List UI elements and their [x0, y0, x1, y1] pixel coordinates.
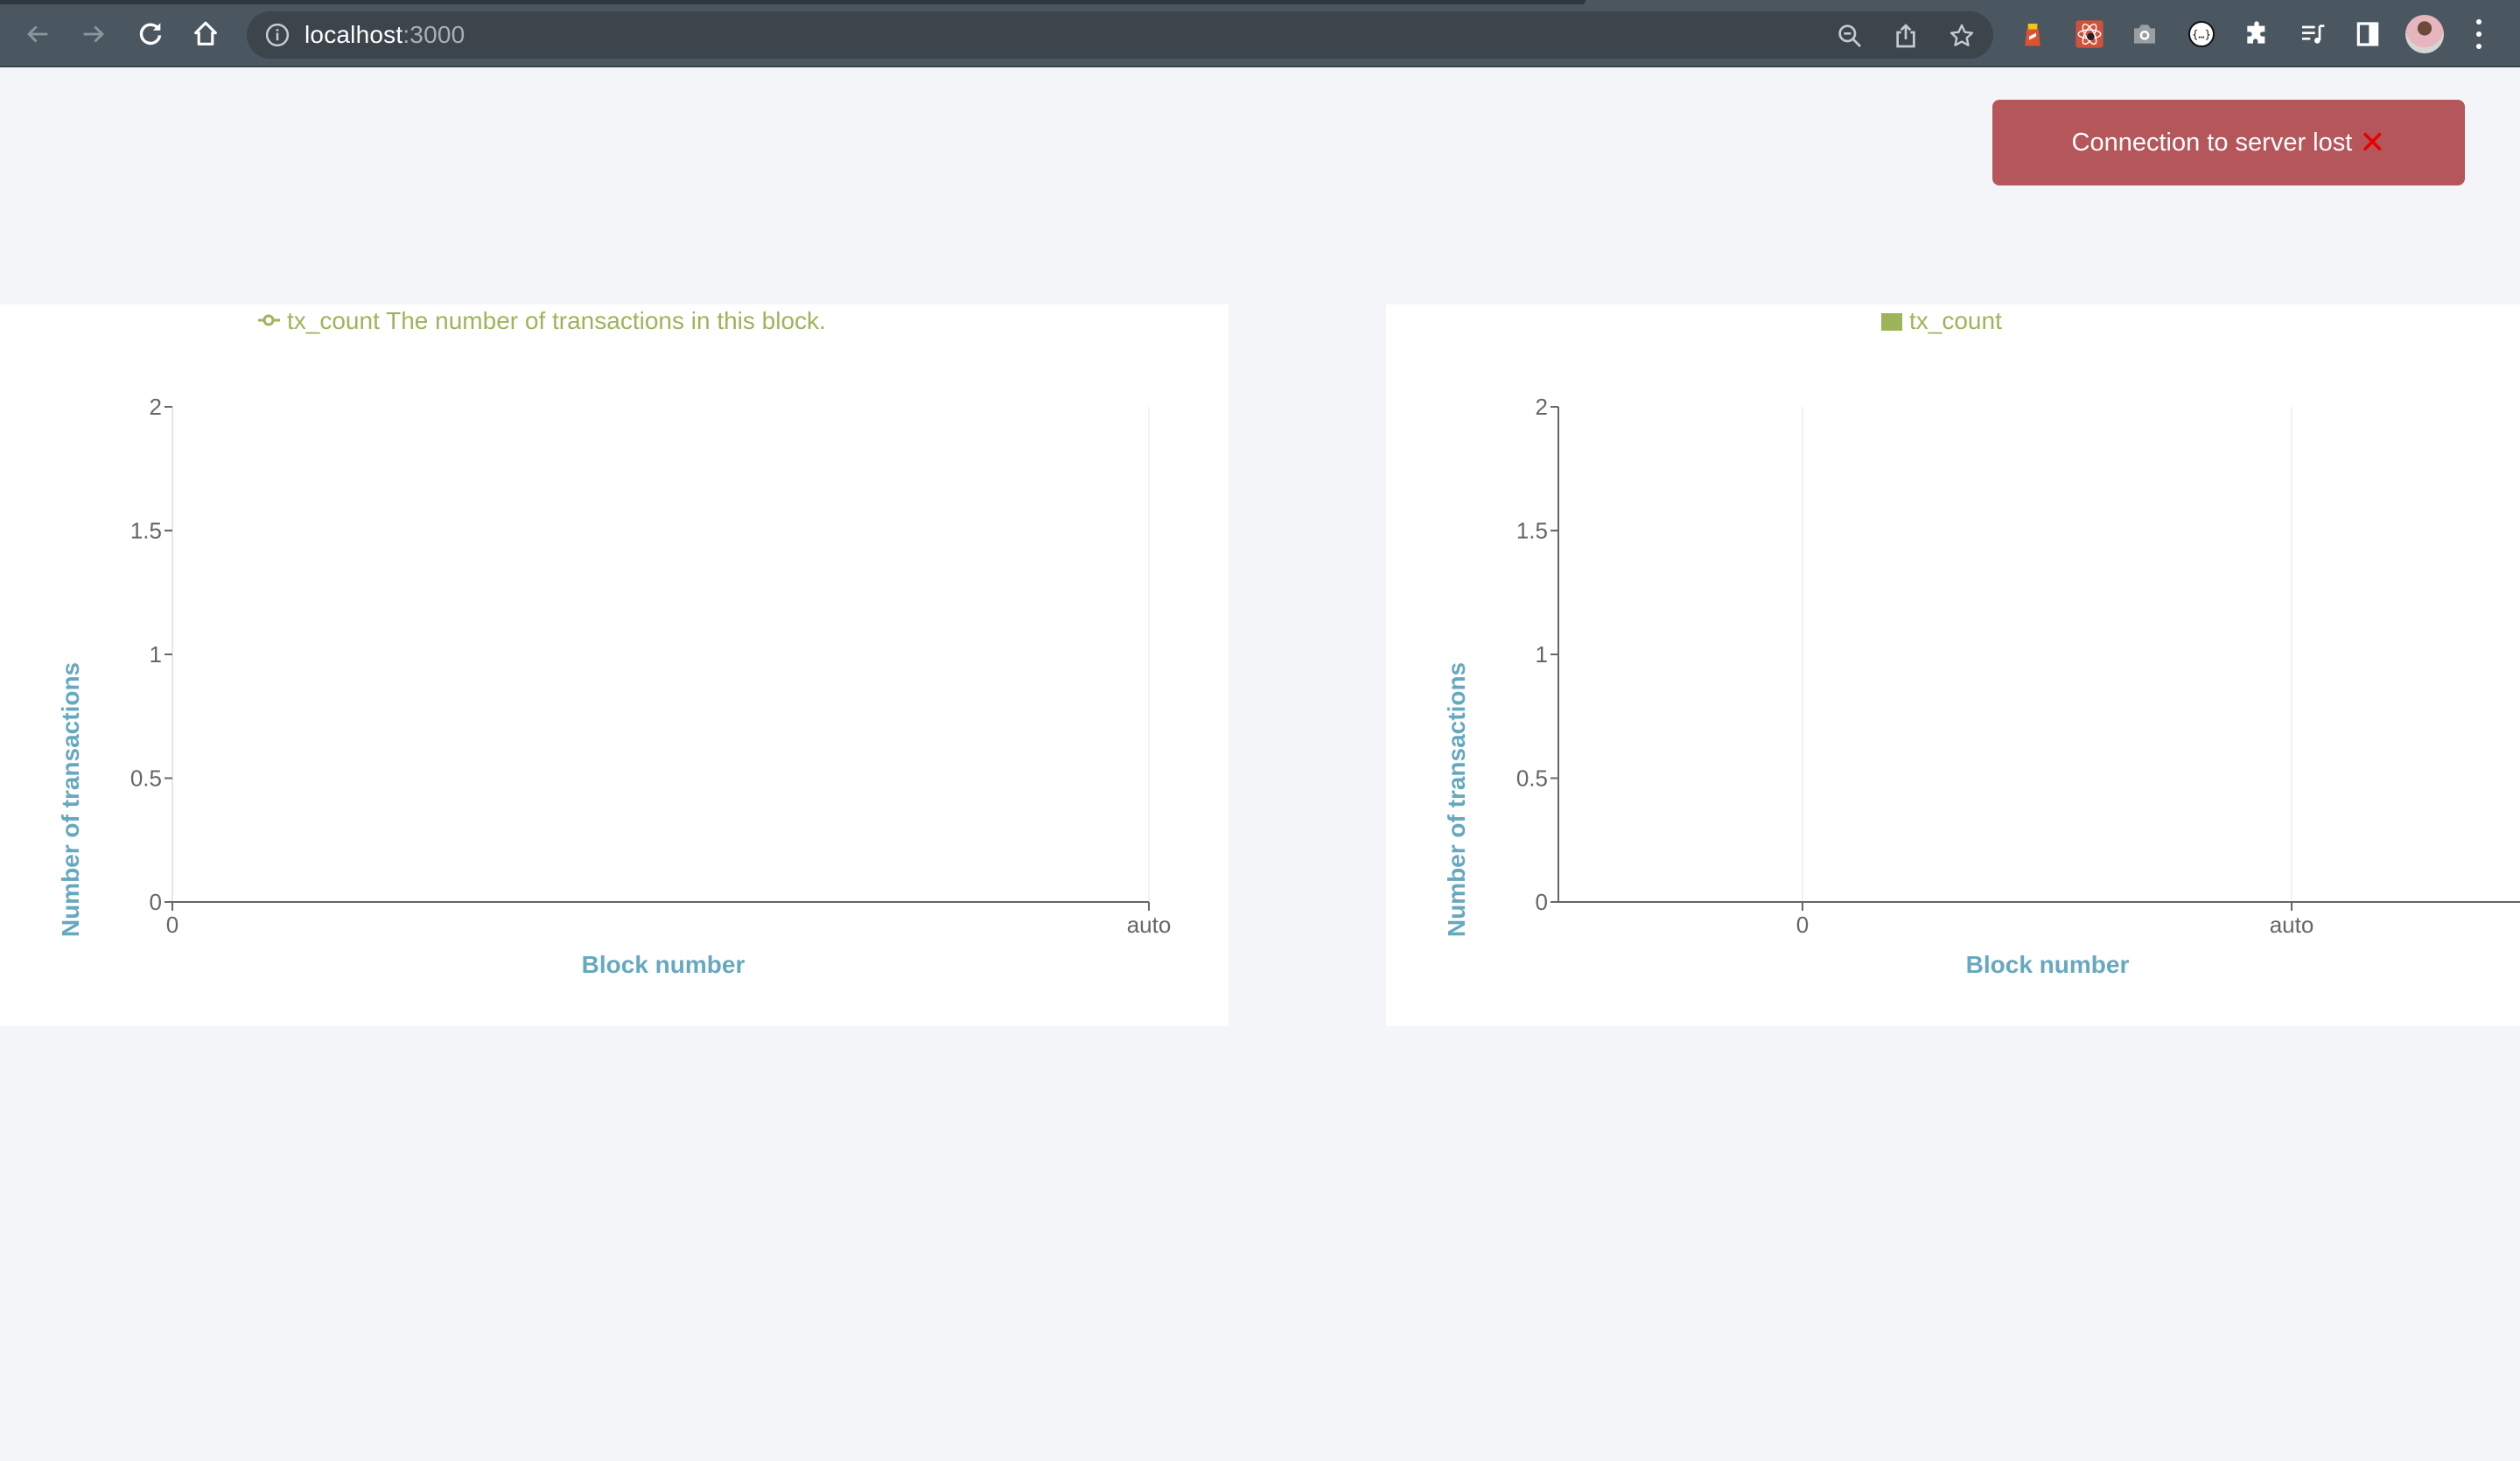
url-host: localhost: [304, 21, 403, 48]
url-port: :3000: [402, 21, 466, 48]
tab-strip: [0, 0, 1586, 4]
y-tick-label: 2: [1536, 394, 1548, 420]
back-button[interactable]: [21, 17, 54, 51]
y-axis-title: Number of transactions: [57, 662, 84, 937]
svg-text:{…}: {…}: [2192, 29, 2211, 41]
browser-toolbar: localhost:3000 {…}: [0, 0, 2520, 67]
react-devtools-extension[interactable]: [2073, 17, 2106, 51]
x-tick-label: auto: [1127, 912, 1172, 938]
json-viewer-extension[interactable]: {…}: [2185, 17, 2218, 51]
x-ticks: 0 auto: [1796, 902, 2314, 938]
json-viewer-extension-icon: {…}: [2188, 21, 2215, 47]
y-tick-label: 2: [150, 394, 162, 420]
bar-chart: tx_count 0 0.5 1 1.5 2 0 auto Block number Nu…: [1443, 307, 2520, 978]
site-info-icon[interactable]: [264, 22, 290, 48]
y-tick-label: 0: [1536, 889, 1548, 915]
toolbar-divider: [0, 66, 2520, 67]
close-icon[interactable]: ✕: [2359, 127, 2385, 158]
y-tick-label: 1.5: [130, 518, 162, 544]
x-tick-label: 0: [1796, 912, 1809, 938]
x-axis-title: Block number: [1966, 951, 2130, 978]
screenshot-extension[interactable]: [2128, 17, 2161, 51]
line-chart-panel: tx_count The number of transactions in t…: [0, 304, 1228, 1026]
avatar[interactable]: [2405, 15, 2444, 53]
url-text[interactable]: localhost:3000: [304, 21, 465, 49]
media-control-icon: [2302, 24, 2325, 44]
share-icon[interactable]: [1892, 22, 1920, 50]
extensions-button[interactable]: [2240, 17, 2273, 51]
y-ticks: 0 0.5 1 1.5 2: [1516, 394, 1558, 915]
legend-item-tx-count[interactable]: tx_count: [1881, 307, 2002, 334]
connection-lost-toast: Connection to server lost ✕: [1992, 100, 2465, 185]
toast-message: Connection to server lost: [2071, 128, 2353, 157]
home-button[interactable]: [189, 17, 222, 51]
reload-icon: [139, 23, 162, 45]
y-tick-label: 0.5: [1516, 765, 1548, 792]
lighthouse-extension-icon: [2025, 24, 2040, 46]
address-bar[interactable]: localhost:3000: [247, 11, 1993, 59]
back-icon: [27, 25, 48, 43]
legend-circle-marker: [262, 314, 275, 326]
screenshot-extension-icon: [2134, 24, 2155, 44]
bar-chart-panel: tx_count 0 0.5 1 1.5 2 0 auto Block number Nu…: [1386, 304, 2520, 1026]
react-devtools-extension-icon: [2076, 20, 2104, 48]
y-ticks: 0 0.5 1 1.5 2: [130, 394, 172, 915]
y-tick-label: 1: [1536, 641, 1548, 668]
legend-square-marker: [1881, 313, 1902, 331]
y-axis-title: Number of transactions: [1443, 662, 1470, 937]
side-panel-icon: [2356, 22, 2379, 46]
y-tick-label: 1.5: [1516, 518, 1548, 544]
forward-icon: [83, 25, 104, 43]
legend-label: tx_count: [1909, 307, 2002, 334]
media-control-button[interactable]: [2296, 17, 2329, 51]
forward-button[interactable]: [77, 17, 110, 51]
zoom-out-icon[interactable]: [1836, 22, 1864, 50]
kebab-menu-icon[interactable]: [2473, 19, 2485, 49]
legend-label: tx_count The number of transactions in t…: [287, 307, 826, 334]
legend-item-tx-count[interactable]: tx_count The number of transactions in t…: [258, 307, 826, 334]
x-tick-label: 0: [166, 912, 178, 938]
reload-button[interactable]: [134, 17, 167, 51]
x-gridlines: [1802, 407, 2292, 902]
x-tick-label: auto: [2270, 912, 2314, 938]
lighthouse-extension[interactable]: [2016, 17, 2049, 51]
home-icon: [194, 21, 217, 45]
bookmark-star-icon[interactable]: [1948, 22, 1976, 50]
y-tick-label: 1: [150, 641, 162, 668]
y-tick-label: 0: [150, 889, 162, 915]
y-tick-label: 0.5: [130, 765, 162, 792]
side-panel-button[interactable]: [2351, 17, 2384, 51]
line-chart: tx_count The number of transactions in t…: [57, 307, 1172, 978]
x-ticks: 0 auto: [166, 902, 1172, 938]
extensions-puzzle-icon: [2247, 21, 2265, 44]
x-axis-title: Block number: [582, 951, 746, 978]
